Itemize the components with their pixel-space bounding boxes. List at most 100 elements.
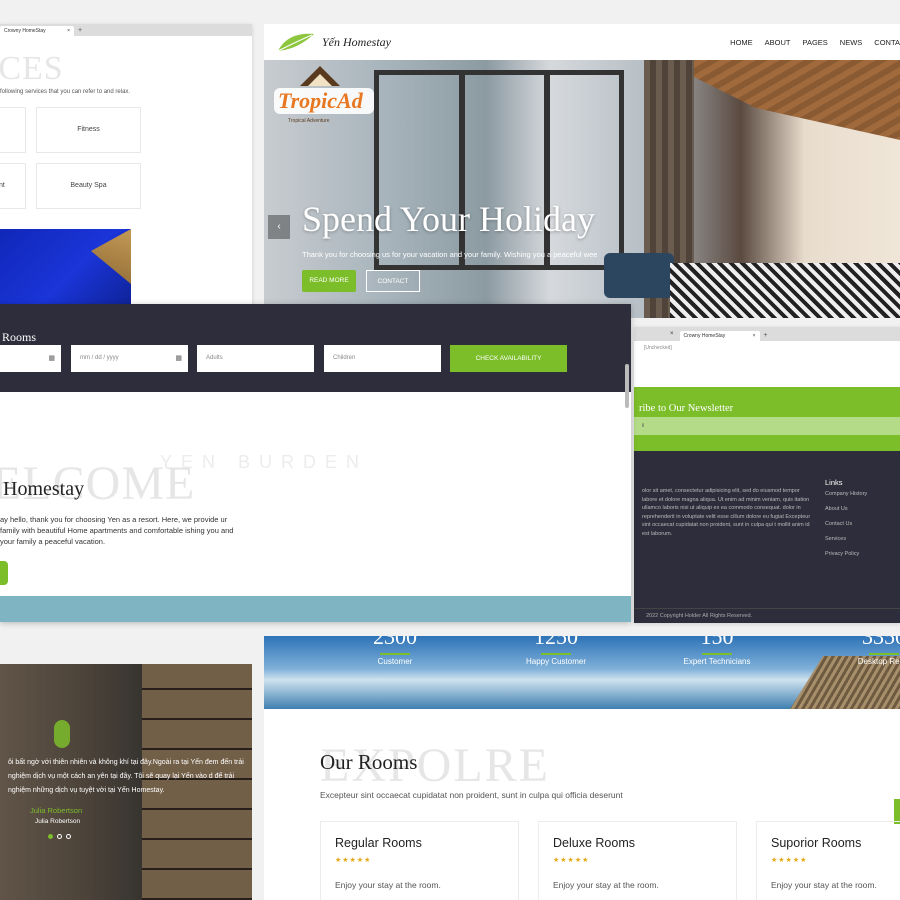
browser-tab-bar: × Crowny HomeStay × + xyxy=(634,327,900,341)
adults-field[interactable]: Adults xyxy=(197,345,314,372)
stats-band: 2300 Customer 1250 Happy Customer 150 Ex… xyxy=(264,636,900,709)
testimonial-screenshot: ôi bất ngờ với thiên nhiên và không khí … xyxy=(0,664,252,900)
room-card-regular[interactable]: Regular Rooms ★★★★★ Enjoy your stay at t… xyxy=(320,821,519,900)
stat-happy-customer: 1250 Happy Customer xyxy=(506,636,606,666)
chair xyxy=(604,253,674,298)
menu-about[interactable]: ABOUT xyxy=(765,38,791,47)
stat-divider xyxy=(702,653,732,655)
tab-title: Crowny HomeStay xyxy=(4,28,46,34)
browser-tab[interactable]: Crowny HomeStay × xyxy=(0,26,74,36)
footer-link-privacy[interactable]: Privacy Policy xyxy=(825,551,867,566)
welcome-screenshot: r Rooms ▦ mm / dd / yyyy ▦ Adults Childr… xyxy=(0,304,631,622)
hero-screenshot: Yến Homestay HOME ABOUT PAGES NEWS CONTA… xyxy=(264,24,900,318)
footer-link-contact[interactable]: Contact Us xyxy=(825,521,867,536)
stat-label: Happy Customer xyxy=(525,657,587,666)
testimonial-author-sub: Julia Robertson xyxy=(35,818,81,825)
welcome-title: Homestay xyxy=(3,478,85,500)
quote-icon xyxy=(54,720,70,748)
slider-dots xyxy=(48,834,71,839)
brand-name[interactable]: Yến Homestay xyxy=(322,35,391,50)
room-card-superior[interactable]: Suporior Rooms ★★★★★ Enjoy your stay at … xyxy=(756,821,900,900)
read-more-button[interactable]: READ MORE xyxy=(302,270,356,292)
blue-photo xyxy=(0,229,131,309)
room-desc: Enjoy your stay at the room. xyxy=(335,880,441,890)
room-name[interactable]: Suporior Rooms xyxy=(771,836,861,850)
room-desc: Enjoy your stay at the room. xyxy=(553,880,659,890)
stat-number: 150 xyxy=(700,636,734,649)
slider-prev-button[interactable]: ‹ xyxy=(268,215,290,239)
wood-ceiling xyxy=(660,60,900,140)
date-placeholder: mm / dd / yyyy xyxy=(80,355,119,361)
children-field[interactable]: Children xyxy=(324,345,441,372)
leaf-logo-icon xyxy=(277,33,314,52)
stat-divider xyxy=(380,653,410,655)
menu-home[interactable]: HOME xyxy=(730,38,753,47)
tab-title: Crowny HomeStay xyxy=(683,333,726,339)
services-ghost-heading: ICES xyxy=(0,50,64,87)
logo-small: Tropical Adventure xyxy=(288,118,330,124)
contact-button[interactable]: CONTACT xyxy=(366,270,420,292)
close-icon[interactable]: × xyxy=(670,327,674,341)
booking-bar: r Rooms ▦ mm / dd / yyyy ▦ Adults Childr… xyxy=(0,304,631,392)
stat-number: 3350 xyxy=(862,636,900,649)
hero-subtitle: Thank you for choosing us for your vacat… xyxy=(302,250,598,259)
unchecked-label: [Unchecked] xyxy=(644,345,672,351)
booking-title: r Rooms xyxy=(0,330,37,344)
welcome-footer-band xyxy=(0,596,631,622)
service-card-blank[interactable] xyxy=(0,107,26,153)
calendar-icon[interactable]: ▦ xyxy=(175,345,182,372)
room-name[interactable]: Deluxe Rooms xyxy=(553,836,635,850)
star-rating: ★★★★★ xyxy=(553,857,590,864)
bed xyxy=(670,263,900,318)
slider-dot-1[interactable] xyxy=(48,834,53,839)
checkout-date-field[interactable]: mm / dd / yyyy ▦ xyxy=(71,345,188,372)
top-navbar: Yến Homestay HOME ABOUT PAGES NEWS CONTA xyxy=(264,24,900,60)
new-tab-icon[interactable]: + xyxy=(78,26,82,36)
close-icon[interactable]: × xyxy=(753,331,756,341)
logo-text: TropicAd xyxy=(278,88,364,113)
newsletter-email-input[interactable]: il xyxy=(634,417,900,435)
stat-divider xyxy=(541,653,571,655)
menu-news[interactable]: NEWS xyxy=(840,38,863,47)
services-lead: following services that you can refer to… xyxy=(0,89,131,95)
service-card-partial[interactable]: nt xyxy=(0,163,26,209)
room-name[interactable]: Regular Rooms xyxy=(335,836,422,850)
stat-label: Expert Technicians xyxy=(683,657,751,666)
main-menu: HOME ABOUT PAGES NEWS CONTA xyxy=(730,38,900,47)
stat-label: Desktop Repai xyxy=(857,657,900,666)
slider-dot-2[interactable] xyxy=(57,834,62,839)
hero-title: Spend Your Holiday xyxy=(302,199,596,239)
stat-label: Customer xyxy=(377,657,413,666)
footer-link-company-history[interactable]: Company History xyxy=(825,491,867,506)
star-rating: ★★★★★ xyxy=(771,857,808,864)
menu-contact[interactable]: CONTA xyxy=(874,38,900,47)
stat-customer: 2300 Customer xyxy=(345,636,445,666)
copyright: 2022 Copyright Holder All Rights Reserve… xyxy=(646,613,753,619)
menu-pages[interactable]: PAGES xyxy=(803,38,828,47)
service-card-fitness[interactable]: Fitness xyxy=(36,107,141,153)
welcome-text: ay hello, thank you for choosing Yen as … xyxy=(0,515,234,546)
rooms-subtitle: Excepteur sint occaecat cupidatat non pr… xyxy=(320,790,623,800)
browser-tab[interactable]: Crowny HomeStay × xyxy=(679,331,760,341)
testimonial-author: Julia Robertson xyxy=(30,806,83,815)
footer-link-about[interactable]: About Us xyxy=(825,506,867,521)
rooms-screenshot: 2300 Customer 1250 Happy Customer 150 Ex… xyxy=(264,636,900,900)
testimonial-text: ôi bất ngờ với thiên nhiên và không khí … xyxy=(8,759,244,794)
checkin-date-field[interactable]: ▦ xyxy=(0,345,61,372)
footer-links-title: Links xyxy=(825,478,843,487)
footer-link-services[interactable]: Services xyxy=(825,536,867,551)
stat-number: 1250 xyxy=(534,636,578,649)
welcome-button[interactable] xyxy=(0,561,8,585)
close-icon[interactable]: × xyxy=(67,26,70,36)
footer-about-text: olor sit amet, consectetur adipisicing e… xyxy=(642,488,811,537)
calendar-icon[interactable]: ▦ xyxy=(48,345,55,372)
footer-links: Company History About Us Contact Us Serv… xyxy=(825,491,867,566)
newsletter-section: ribe to Our Newsletter il xyxy=(634,387,900,451)
star-rating: ★★★★★ xyxy=(335,857,372,864)
service-card-beauty-spa[interactable]: Beauty Spa xyxy=(36,163,141,209)
slider-dot-3[interactable] xyxy=(66,834,71,839)
check-availability-button[interactable]: CHECK AVAILABILITY xyxy=(450,345,567,372)
room-card-deluxe[interactable]: Deluxe Rooms ★★★★★ Enjoy your stay at th… xyxy=(538,821,737,900)
new-tab-icon[interactable]: + xyxy=(764,331,768,341)
scrollbar[interactable] xyxy=(625,364,629,408)
